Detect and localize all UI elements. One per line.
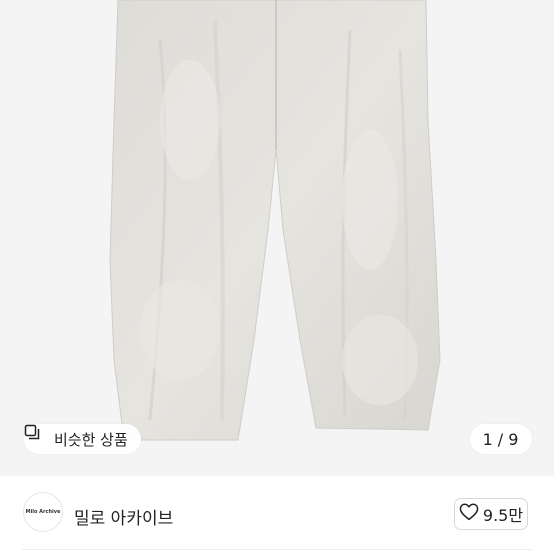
seller-avatar-text: Milo Archive bbox=[25, 509, 61, 515]
seller-row[interactable]: Milo Archive 밀로 아카이브 9.5만 bbox=[0, 476, 554, 554]
page-total: 9 bbox=[508, 429, 520, 449]
divider bbox=[22, 549, 532, 550]
similar-items-label: 비슷한 상품 bbox=[54, 430, 128, 449]
like-count: 9.5만 bbox=[482, 506, 524, 525]
image-page-counter: 1 / 9 bbox=[470, 424, 532, 454]
product-image[interactable]: 비슷한 상품 1 / 9 bbox=[0, 0, 554, 476]
similar-items-button[interactable]: 비슷한 상품 bbox=[24, 424, 141, 454]
page-separator: / bbox=[497, 429, 505, 449]
pants-illustration bbox=[109, 0, 441, 441]
page-current: 1 bbox=[482, 429, 494, 449]
like-button[interactable]: 9.5만 bbox=[454, 498, 528, 530]
seller-avatar[interactable]: Milo Archive bbox=[23, 492, 63, 532]
heart-outline-icon bbox=[459, 503, 479, 525]
similar-items-icon bbox=[24, 424, 49, 447]
seller-name[interactable]: 밀로 아카이브 bbox=[74, 504, 173, 529]
